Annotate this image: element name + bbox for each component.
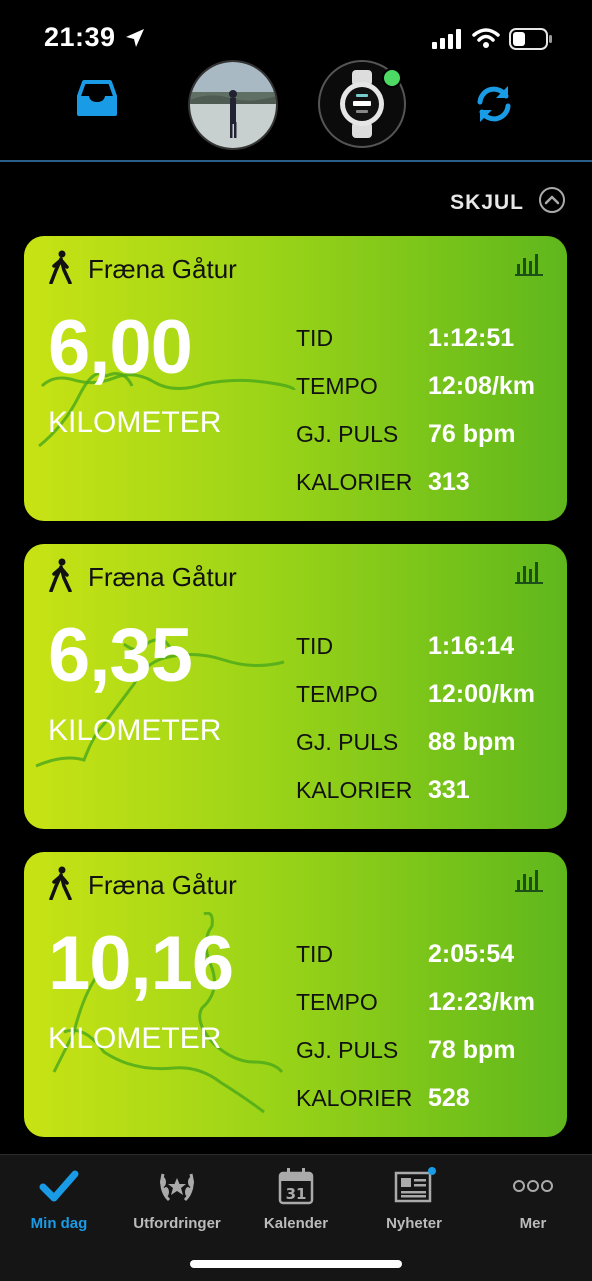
checkmark-icon <box>0 1165 118 1207</box>
stat-value-calories: 313 <box>428 467 470 496</box>
stat-value-heart-rate: 88 bpm <box>428 727 516 756</box>
distance-unit: KILOMETER <box>48 714 222 747</box>
nav-min-dag[interactable]: Min dag <box>0 1165 118 1232</box>
stat-label-heart-rate: GJ. PULS <box>296 420 399 447</box>
stat-value-time: 2:05:54 <box>428 939 515 968</box>
stats-grid: TID 2:05:54 TEMPO 12:23/km GJ. PULS 78 bpm … <box>296 930 535 1122</box>
stat-label-pace: TEMPO <box>296 372 378 399</box>
more-icon <box>474 1165 592 1207</box>
card-header: Fræna Gåtur <box>48 866 237 905</box>
stat-label-heart-rate: GJ. PULS <box>296 1036 399 1063</box>
notification-dot <box>428 1167 436 1175</box>
cellular-signal-icon <box>432 29 462 54</box>
nav-label: Utfordringer <box>133 1215 221 1232</box>
stat-value-heart-rate: 78 bpm <box>428 1035 516 1064</box>
stat-label-pace: TEMPO <box>296 988 378 1015</box>
nav-utfordringer[interactable]: Utfordringer <box>118 1165 236 1232</box>
connected-indicator <box>382 68 402 88</box>
stat-label-calories: KALORIER <box>296 468 413 495</box>
battery-icon <box>509 28 553 55</box>
distance-unit: KILOMETER <box>48 1022 222 1055</box>
distance-value: 6,35 <box>48 613 193 698</box>
distance-unit: KILOMETER <box>48 406 222 439</box>
home-indicator[interactable] <box>190 1260 402 1268</box>
nav-mer[interactable]: Mer <box>474 1165 592 1232</box>
sync-icon[interactable] <box>472 82 516 131</box>
laurel-icon <box>118 1165 236 1207</box>
bar-chart-icon[interactable] <box>515 560 543 589</box>
walking-icon <box>48 250 74 289</box>
card-header: Fræna Gåtur <box>48 558 237 597</box>
activity-title: Fræna Gåtur <box>88 870 237 900</box>
stat-label-calories: KALORIER <box>296 776 413 803</box>
stat-value-time: 1:16:14 <box>428 631 515 660</box>
stats-grid: TID 1:12:51 TEMPO 12:08/km GJ. PULS 76 bpm … <box>296 314 535 506</box>
activity-card[interactable]: Fræna Gåtur 6,00 KILOMETER TID 1:12:51 TE… <box>24 236 567 521</box>
calendar-day: 31 <box>286 1185 307 1203</box>
chevron-up-icon <box>538 186 566 219</box>
card-header: Fræna Gåtur <box>48 250 237 289</box>
bar-chart-icon[interactable] <box>515 868 543 897</box>
hide-label: SKJUL <box>450 190 524 214</box>
wifi-icon <box>472 27 500 54</box>
walking-icon <box>48 558 74 597</box>
stat-label-time: TID <box>296 324 334 351</box>
nav-label: Min dag <box>30 1215 88 1232</box>
stat-label-time: TID <box>296 940 334 967</box>
device-watch-button[interactable] <box>318 60 406 148</box>
nav-label: Mer <box>519 1215 547 1232</box>
location-arrow-icon <box>124 27 146 54</box>
activity-card[interactable]: Fræna Gåtur 6,35 KILOMETER TID 1:16:14 TE… <box>24 544 567 829</box>
inbox-icon[interactable] <box>76 80 118 123</box>
bar-chart-icon[interactable] <box>515 252 543 281</box>
newspaper-icon <box>355 1165 473 1207</box>
activity-card[interactable]: Fræna Gåtur 10,16 KILOMETER TID 2:05:54 T… <box>24 852 567 1137</box>
stats-grid: TID 1:16:14 TEMPO 12:00/km GJ. PULS 88 bpm … <box>296 622 535 814</box>
stat-label-pace: TEMPO <box>296 680 378 707</box>
stat-value-calories: 331 <box>428 775 470 804</box>
avatar[interactable] <box>188 60 278 150</box>
activity-title: Fræna Gåtur <box>88 562 237 592</box>
status-time: 21:39 <box>44 22 116 52</box>
stat-value-heart-rate: 76 bpm <box>428 419 516 448</box>
stat-label-calories: KALORIER <box>296 1084 413 1111</box>
stat-value-calories: 528 <box>428 1083 470 1112</box>
distance-value: 10,16 <box>48 921 234 1006</box>
stat-value-pace: 12:23/km <box>428 987 536 1016</box>
calendar-icon: 31 <box>237 1165 355 1207</box>
stat-value-pace: 12:08/km <box>428 371 536 400</box>
distance-value: 6,00 <box>48 305 193 390</box>
hide-toggle[interactable]: SKJUL <box>450 186 566 219</box>
stat-value-pace: 12:00/km <box>428 679 536 708</box>
stat-label-time: TID <box>296 632 334 659</box>
nav-kalender[interactable]: 31 Kalender <box>237 1165 355 1232</box>
top-bar <box>0 56 592 162</box>
walking-icon <box>48 866 74 905</box>
stat-label-heart-rate: GJ. PULS <box>296 728 399 755</box>
activity-title: Fræna Gåtur <box>88 254 237 284</box>
stat-value-time: 1:12:51 <box>428 323 515 352</box>
nav-label: Nyheter <box>386 1215 442 1232</box>
nav-nyheter[interactable]: Nyheter <box>355 1165 473 1232</box>
nav-label: Kalender <box>263 1215 329 1232</box>
